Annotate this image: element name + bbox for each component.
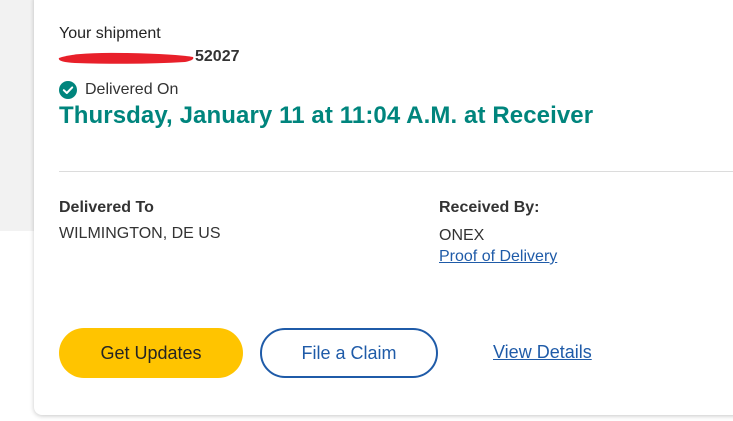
- delivery-status: Delivered On: [59, 81, 178, 99]
- get-updates-button[interactable]: Get Updates: [59, 328, 243, 378]
- shipment-label: Your shipment: [59, 25, 161, 42]
- received-by-title: Received By:: [439, 199, 540, 216]
- proof-of-delivery-link[interactable]: Proof of Delivery: [439, 248, 557, 266]
- file-claim-button[interactable]: File a Claim: [260, 328, 438, 378]
- tracking-number: 52027: [55, 46, 240, 68]
- delivery-date-time: Thursday, January 11 at 11:04 A.M. at Re…: [59, 102, 594, 129]
- divider: [59, 171, 733, 172]
- status-label: Delivered On: [85, 81, 179, 98]
- received-by-name: ONEX: [439, 227, 485, 244]
- view-details-link[interactable]: View Details: [493, 342, 592, 363]
- redaction-mark: [55, 49, 197, 65]
- delivered-to-location: WILMINGTON, DE US: [59, 225, 221, 242]
- check-circle-icon: [59, 81, 77, 99]
- tracking-number-suffix: 52027: [195, 48, 240, 65]
- delivered-to-title: Delivered To: [59, 199, 154, 216]
